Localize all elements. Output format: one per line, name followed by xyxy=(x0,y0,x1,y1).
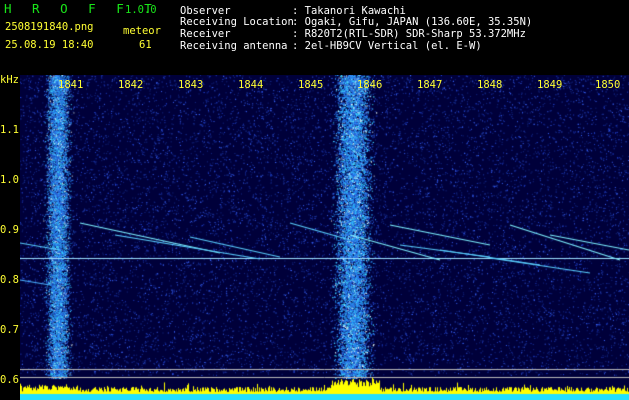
meteor-count: 61 xyxy=(139,39,152,51)
y-tick-label: 0.9 xyxy=(0,224,19,236)
x-tick-label: 1841 xyxy=(58,79,84,91)
x-tick-label: 1850 xyxy=(595,79,621,91)
y-tick-label: 0.8 xyxy=(0,274,19,286)
y-tick-label: 1.1 xyxy=(0,124,19,136)
meteor-label: meteor xyxy=(123,25,161,37)
date-time: 25.08.19 18:40 xyxy=(5,39,94,51)
x-tick-label: 1843 xyxy=(178,79,204,91)
x-tick-label: 1848 xyxy=(477,79,503,91)
spectrogram-canvas xyxy=(20,75,629,400)
x-tick-label: 1846 xyxy=(357,79,383,91)
file-name: 2508191840.png xyxy=(5,21,94,33)
x-tick-label: 1844 xyxy=(238,79,264,91)
y-tick-label: 0.6 xyxy=(0,374,19,386)
y-unit-label: kHz xyxy=(0,74,19,86)
app-version: 1.0.0 xyxy=(125,4,157,16)
x-tick-label: 1847 xyxy=(417,79,443,91)
antenna-value: : 2el-HB9CV Vertical (el. E-W) xyxy=(292,40,482,52)
antenna-label: Receiving antenna xyxy=(180,40,288,52)
x-tick-label: 1845 xyxy=(298,79,324,91)
x-tick-label: 1842 xyxy=(118,79,144,91)
y-tick-label: 1.0 xyxy=(0,174,19,186)
y-tick-label: 0.7 xyxy=(0,324,19,336)
x-tick-label: 1849 xyxy=(537,79,563,91)
header-panel: H R O F F T 1.0.0 2508191840.png meteor … xyxy=(0,0,629,75)
